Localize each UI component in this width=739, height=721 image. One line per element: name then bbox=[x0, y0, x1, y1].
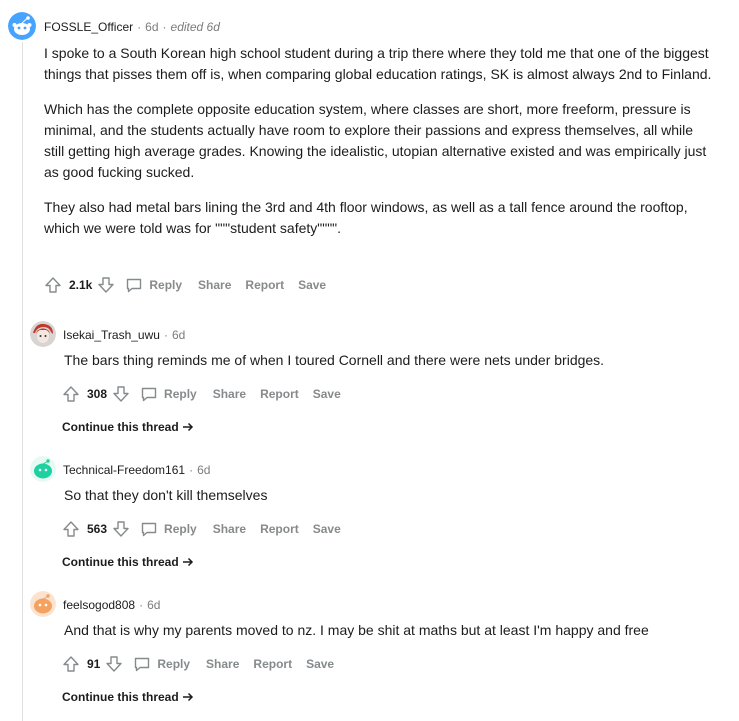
save-button[interactable]: Save bbox=[306, 657, 334, 671]
vote-score: 308 bbox=[87, 387, 108, 401]
thread-line[interactable] bbox=[22, 42, 23, 721]
downvote-arrow-icon[interactable] bbox=[96, 275, 116, 295]
separator: · bbox=[162, 20, 167, 34]
avatar[interactable] bbox=[30, 591, 56, 617]
upvote-arrow-icon[interactable] bbox=[61, 519, 81, 539]
comment-age[interactable]: 6d bbox=[145, 20, 158, 34]
comment-meta: Technical-Freedom161 · 6d bbox=[63, 463, 210, 477]
arrow-right-icon bbox=[183, 422, 194, 432]
report-button[interactable]: Report bbox=[245, 278, 284, 292]
comment-age[interactable]: 6d bbox=[197, 463, 210, 477]
share-button[interactable]: Share bbox=[213, 522, 246, 536]
username[interactable]: feelsogod808 bbox=[63, 598, 135, 612]
arrow-right-icon bbox=[183, 692, 194, 702]
continue-thread-link[interactable]: Continue this thread bbox=[62, 555, 194, 569]
comment-meta: feelsogod808 · 6d bbox=[63, 598, 160, 612]
reply-button[interactable]: Reply bbox=[157, 657, 190, 671]
separator: · bbox=[139, 598, 144, 612]
upvote-arrow-icon[interactable] bbox=[43, 275, 63, 295]
username[interactable]: Technical-Freedom161 bbox=[63, 463, 185, 477]
comment-paragraph: They also had metal bars lining the 3rd … bbox=[44, 199, 688, 236]
reply-button[interactable]: Reply bbox=[149, 278, 182, 292]
report-button[interactable]: Report bbox=[260, 522, 299, 536]
chat-bubble-icon[interactable] bbox=[139, 384, 159, 404]
edited-label: edited 6d bbox=[170, 20, 220, 34]
downvote-arrow-icon[interactable] bbox=[111, 384, 131, 404]
separator: · bbox=[137, 20, 142, 34]
separator: · bbox=[163, 328, 168, 342]
comment-actions: 91 Reply Share Report Save bbox=[61, 654, 334, 674]
continue-thread-label: Continue this thread bbox=[62, 555, 179, 569]
comment-meta: Isekai_Trash_uwu · 6d bbox=[63, 328, 185, 342]
vote-score: 91 bbox=[87, 657, 101, 671]
save-button[interactable]: Save bbox=[313, 522, 341, 536]
snoo-avatar-icon bbox=[8, 12, 36, 40]
comment-body: The bars thing reminds me of when I tour… bbox=[64, 352, 605, 368]
avatar[interactable] bbox=[30, 456, 56, 482]
reply-button[interactable]: Reply bbox=[164, 522, 197, 536]
vote-score: 563 bbox=[87, 522, 108, 536]
chat-bubble-icon[interactable] bbox=[139, 519, 159, 539]
continue-thread-link[interactable]: Continue this thread bbox=[62, 690, 194, 704]
arrow-right-icon bbox=[183, 557, 194, 567]
comment-paragraph: Which has the complete opposite educatio… bbox=[44, 101, 707, 180]
save-button[interactable]: Save bbox=[313, 387, 341, 401]
upvote-arrow-icon[interactable] bbox=[61, 654, 81, 674]
comment-meta: FOSSLE_Officer · 6d · edited 6d bbox=[44, 20, 220, 34]
chat-bubble-icon[interactable] bbox=[124, 275, 144, 295]
comment-actions: 2.1k Reply Share Report Save bbox=[43, 275, 326, 295]
report-button[interactable]: Report bbox=[253, 657, 292, 671]
reply-button[interactable]: Reply bbox=[164, 387, 197, 401]
avatar[interactable] bbox=[30, 321, 56, 347]
continue-thread-link[interactable]: Continue this thread bbox=[62, 420, 194, 434]
separator: · bbox=[189, 463, 194, 477]
upvote-arrow-icon[interactable] bbox=[61, 384, 81, 404]
continue-thread-label: Continue this thread bbox=[62, 420, 179, 434]
avatar[interactable] bbox=[8, 12, 36, 40]
comment-actions: 563 Reply Share Report Save bbox=[61, 519, 341, 539]
vote-score: 2.1k bbox=[69, 278, 93, 292]
share-button[interactable]: Share bbox=[198, 278, 231, 292]
save-button[interactable]: Save bbox=[298, 278, 326, 292]
snoo-avatar-icon bbox=[30, 591, 56, 617]
comment-paragraph: I spoke to a South Korean high school st… bbox=[44, 45, 712, 82]
downvote-arrow-icon[interactable] bbox=[111, 519, 131, 539]
share-button[interactable]: Share bbox=[213, 387, 246, 401]
comment-thread: FOSSLE_Officer · 6d · edited 6d I spoke to a… bbox=[0, 0, 739, 721]
comment-body: And that is why my parents moved to nz. … bbox=[64, 622, 649, 638]
report-button[interactable]: Report bbox=[260, 387, 299, 401]
snoo-avatar-icon bbox=[30, 456, 56, 482]
downvote-arrow-icon[interactable] bbox=[104, 654, 124, 674]
user-avatar-icon bbox=[30, 321, 56, 347]
chat-bubble-icon[interactable] bbox=[132, 654, 152, 674]
comment-body: I spoke to a South Korean high school st… bbox=[44, 43, 714, 253]
username[interactable]: Isekai_Trash_uwu bbox=[63, 328, 160, 342]
username[interactable]: FOSSLE_Officer bbox=[44, 20, 133, 34]
comment-body: So that they don't kill themselves bbox=[64, 487, 268, 503]
comment-age[interactable]: 6d bbox=[147, 598, 160, 612]
comment-age[interactable]: 6d bbox=[172, 328, 185, 342]
comment-actions: 308 Reply Share Report Save bbox=[61, 384, 341, 404]
continue-thread-label: Continue this thread bbox=[62, 690, 179, 704]
share-button[interactable]: Share bbox=[206, 657, 239, 671]
